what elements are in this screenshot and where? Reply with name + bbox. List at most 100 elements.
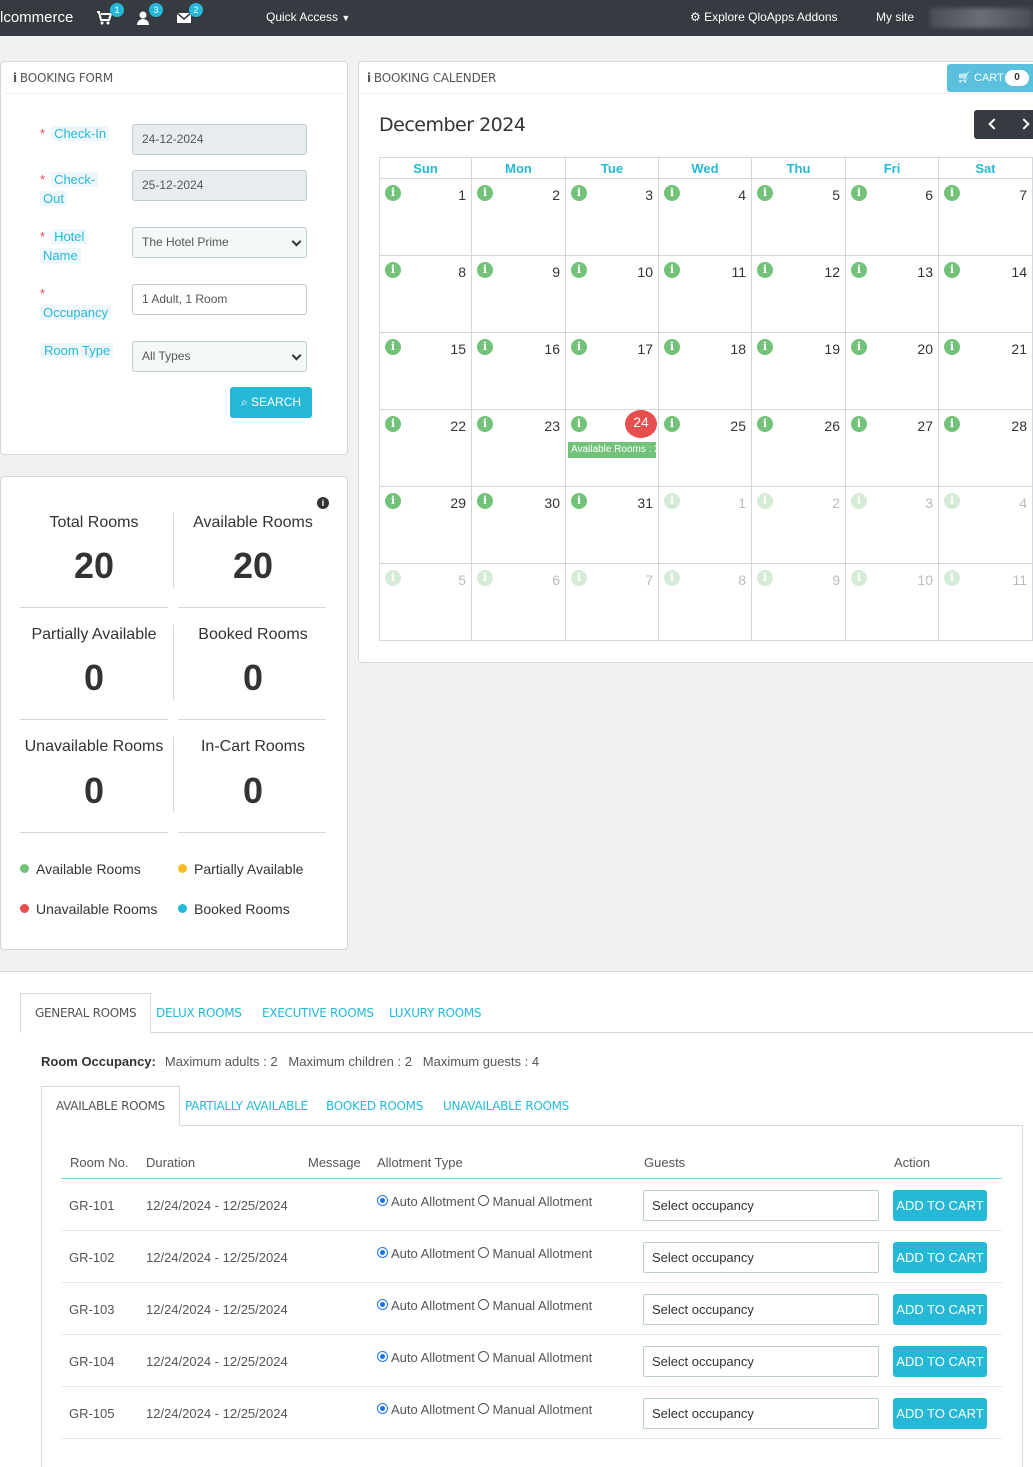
cart-button[interactable]: 🛒︎ CART 0 (947, 64, 1033, 92)
employee-avatar[interactable] (930, 8, 1033, 28)
info-icon[interactable]: i (757, 262, 773, 278)
calendar-day-cell[interactable]: i8 (379, 256, 472, 333)
calendar-day-cell[interactable]: i 29 (379, 487, 472, 564)
add-to-cart-button[interactable]: ADD TO CART (893, 1294, 987, 1325)
calendar-day-cell[interactable]: i1 (379, 179, 472, 256)
info-icon[interactable]: i (385, 185, 401, 201)
search-button[interactable]: ⌕ SEARCH (230, 387, 312, 418)
calendar-day-cell[interactable]: i 20 (846, 333, 939, 410)
guests-occupancy-field[interactable]: Select occupancy (643, 1294, 879, 1325)
calendar-day-cell[interactable]: i 14 (939, 256, 1033, 333)
info-icon[interactable]: i (944, 185, 960, 201)
info-icon[interactable]: i (757, 493, 773, 509)
info-icon[interactable]: i (944, 339, 960, 355)
calendar-day-cell[interactable]: i4 (659, 179, 752, 256)
auto-allotment-radio[interactable]: Auto Allotment (377, 1350, 475, 1365)
calendar-day-cell[interactable]: i 23 (472, 410, 566, 487)
tab-unavailable-rooms[interactable]: UNAVAILABLE ROOMS (443, 1099, 569, 1113)
check-out-field[interactable]: 25-12-2024 (132, 170, 307, 201)
calendar-day-cell[interactable]: i 26 (752, 410, 846, 487)
calendar-day-cell[interactable]: i5 (752, 179, 846, 256)
info-icon[interactable]: i (571, 185, 587, 201)
info-icon[interactable]: i (477, 185, 493, 201)
info-icon[interactable]: i (757, 339, 773, 355)
calendar-day-cell[interactable]: i2 (752, 487, 846, 564)
info-icon[interactable]: i (944, 493, 960, 509)
calendar-day-cell[interactable]: i 22 (379, 410, 472, 487)
info-icon[interactable]: i (944, 262, 960, 278)
hotel-name-select[interactable]: The Hotel Prime (132, 227, 307, 258)
info-icon[interactable]: i (757, 416, 773, 432)
calendar-day-cell[interactable]: i9 (472, 256, 566, 333)
calendar-day-cell[interactable]: i 17 (566, 333, 659, 410)
my-site-link[interactable]: My site (876, 10, 914, 24)
calendar-day-cell[interactable]: i 30 (472, 487, 566, 564)
calendar-day-cell[interactable]: i4 (939, 487, 1033, 564)
calendar-day-cell[interactable]: i 10 (566, 256, 659, 333)
calendar-day-cell[interactable]: i3 (846, 487, 939, 564)
info-icon[interactable]: i (571, 416, 587, 432)
info-icon[interactable]: i (664, 185, 680, 201)
info-icon[interactable]: i (385, 262, 401, 278)
info-icon[interactable]: i (851, 493, 867, 509)
calendar-day-cell[interactable]: i 25 (659, 410, 752, 487)
tab-partially-available[interactable]: PARTIALLY AVAILABLE (185, 1099, 308, 1113)
calendar-day-cell[interactable]: i 21 (939, 333, 1033, 410)
info-icon[interactable]: i (851, 262, 867, 278)
calendar-day-cell[interactable]: i3 (566, 179, 659, 256)
calendar-day-cell[interactable]: i 27 (846, 410, 939, 487)
info-circle-icon[interactable]: i (317, 497, 329, 509)
info-icon[interactable]: i (385, 570, 401, 586)
manual-allotment-radio[interactable]: Manual Allotment (478, 1246, 592, 1261)
tab-delux-rooms[interactable]: DELUX ROOMS (156, 1006, 242, 1020)
guests-occupancy-field[interactable]: Select occupancy (643, 1346, 879, 1377)
calendar-day-cell[interactable]: i8 (659, 564, 752, 641)
info-icon[interactable]: i (477, 493, 493, 509)
info-icon[interactable]: i (477, 570, 493, 586)
auto-allotment-radio[interactable]: Auto Allotment (377, 1246, 475, 1261)
info-icon[interactable]: i (757, 185, 773, 201)
guests-occupancy-field[interactable]: Select occupancy (643, 1242, 879, 1273)
calendar-day-cell[interactable]: i 10 (846, 564, 939, 641)
check-in-field[interactable]: 24-12-2024 (132, 124, 307, 155)
manual-allotment-radio[interactable]: Manual Allotment (478, 1194, 592, 1209)
calendar-day-cell[interactable]: i 12 (752, 256, 846, 333)
room-type-select[interactable]: All Types (132, 341, 307, 372)
info-icon[interactable]: i (664, 416, 680, 432)
info-icon[interactable]: i (571, 493, 587, 509)
calendar-day-cell[interactable]: i2 (472, 179, 566, 256)
info-icon[interactable]: i (477, 262, 493, 278)
explore-addons-link[interactable]: ⚙ Explore QloApps Addons (690, 10, 838, 24)
info-icon[interactable]: i (385, 493, 401, 509)
info-icon[interactable]: i (664, 339, 680, 355)
info-icon[interactable]: i (664, 493, 680, 509)
calendar-day-cell[interactable]: i9 (752, 564, 846, 641)
info-icon[interactable]: i (851, 416, 867, 432)
info-icon[interactable]: i (757, 570, 773, 586)
calendar-day-cell[interactable]: i6 (472, 564, 566, 641)
info-icon[interactable]: i (571, 570, 587, 586)
add-to-cart-button[interactable]: ADD TO CART (893, 1398, 987, 1429)
tab-booked-rooms[interactable]: BOOKED ROOMS (326, 1099, 423, 1113)
manual-allotment-radio[interactable]: Manual Allotment (478, 1298, 592, 1313)
tab-available-rooms[interactable]: AVAILABLE ROOMS (41, 1086, 180, 1126)
calendar-day-cell[interactable]: i 11 (659, 256, 752, 333)
brand-name[interactable]: lcommerce (0, 9, 73, 26)
prev-month-icon[interactable] (988, 118, 1000, 130)
add-to-cart-button[interactable]: ADD TO CART (893, 1346, 987, 1377)
info-icon[interactable]: i (851, 185, 867, 201)
calendar-day-cell[interactable]: i 18 (659, 333, 752, 410)
tab-luxury-rooms[interactable]: LUXURY ROOMS (389, 1006, 482, 1020)
info-icon[interactable]: i (385, 339, 401, 355)
tab-executive-rooms[interactable]: EXECUTIVE ROOMS (262, 1006, 374, 1020)
auto-allotment-radio[interactable]: Auto Allotment (377, 1298, 475, 1313)
calendar-day-cell[interactable]: i7 (939, 179, 1033, 256)
calendar-day-cell[interactable]: i 15 (379, 333, 472, 410)
info-icon[interactable]: i (944, 416, 960, 432)
tab-general-rooms[interactable]: GENERAL ROOMS (20, 993, 152, 1033)
calendar-day-cell[interactable]: i 24 Available Rooms : 20 (566, 410, 659, 487)
info-icon[interactable]: i (571, 262, 587, 278)
info-icon[interactable]: i (477, 416, 493, 432)
manual-allotment-radio[interactable]: Manual Allotment (478, 1350, 592, 1365)
info-icon[interactable]: i (477, 339, 493, 355)
